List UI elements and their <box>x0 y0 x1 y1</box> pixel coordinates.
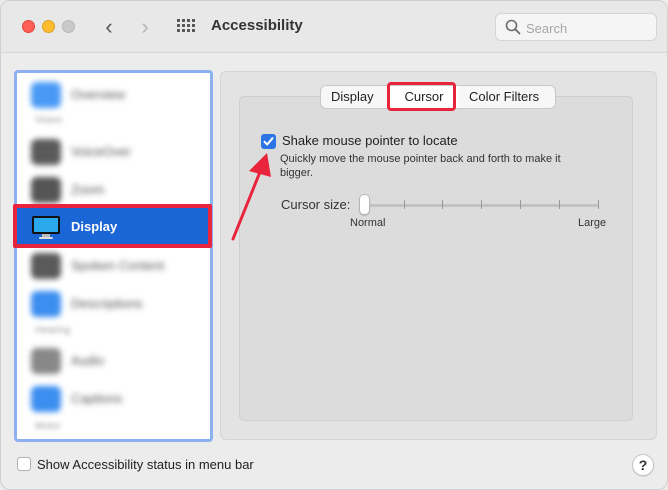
voiceover-icon <box>31 139 61 165</box>
title-bar: ‹ › Accessibility <box>1 1 667 53</box>
sidebar-item-label: Display <box>71 219 118 234</box>
speech-icon <box>31 253 61 279</box>
sidebar-section-motor: Motor <box>35 421 61 432</box>
sidebar-item-captions[interactable]: Captions <box>17 380 210 418</box>
audio-icon <box>31 348 61 374</box>
sidebar-section-hearing: Hearing <box>35 325 71 336</box>
status-menu-label[interactable]: Show Accessibility status in menu bar <box>37 457 254 472</box>
sidebar-item-overview[interactable]: Overview <box>17 76 210 114</box>
sidebar-item-label: Descriptions <box>71 296 143 311</box>
shake-pointer-description: Quickly move the mouse pointer back and … <box>280 153 561 179</box>
close-window-button[interactable] <box>22 20 35 33</box>
tab-bar: Display Cursor Color Filters <box>320 85 556 109</box>
preferences-window: ‹ › Accessibility Overview Vision VoiceO… <box>0 0 668 490</box>
help-button[interactable]: ? <box>632 454 654 476</box>
display-icon <box>31 214 61 240</box>
slider-tick <box>481 200 482 209</box>
shake-pointer-label[interactable]: Shake mouse pointer to locate <box>282 133 458 148</box>
info-icon <box>31 82 61 108</box>
search-input[interactable] <box>526 18 650 38</box>
zoom-window-button[interactable] <box>62 20 75 33</box>
cursor-size-slider-knob[interactable] <box>359 194 370 215</box>
sidebar-list[interactable]: Overview Vision VoiceOver Zoom Display S… <box>14 70 213 442</box>
slider-tick <box>559 200 560 209</box>
sidebar-item-voiceover[interactable]: VoiceOver <box>17 133 210 171</box>
search-icon <box>505 19 521 35</box>
checkmark-icon <box>263 137 274 146</box>
cursor-size-label: Cursor size: <box>281 197 351 212</box>
descriptions-icon <box>31 291 61 317</box>
zoom-icon <box>31 177 61 203</box>
sidebar-item-display[interactable]: Display <box>17 207 210 247</box>
tab-color-filters[interactable]: Color Filters <box>459 86 555 108</box>
back-button[interactable]: ‹ <box>98 14 120 40</box>
sidebar-item-label: Audio <box>71 353 105 368</box>
search-field[interactable] <box>495 13 657 41</box>
sidebar-item-label: Spoken Content <box>71 258 165 273</box>
slider-tick <box>520 200 521 209</box>
sidebar-item-label: VoiceOver <box>71 144 131 159</box>
forward-button[interactable]: › <box>134 14 156 40</box>
tab-cursor[interactable]: Cursor <box>389 86 459 108</box>
sidebar-item-label: Overview <box>71 87 126 102</box>
slider-tick <box>442 200 443 209</box>
window-title: Accessibility <box>211 17 303 34</box>
captions-icon <box>31 386 61 412</box>
status-menu-checkbox[interactable] <box>17 457 31 471</box>
shake-pointer-checkbox[interactable] <box>261 134 276 149</box>
sidebar-item-zoom[interactable]: Zoom <box>17 171 210 209</box>
sidebar-item-spoken-content[interactable]: Spoken Content <box>17 247 210 285</box>
show-all-grid-icon[interactable] <box>177 19 195 35</box>
minimize-window-button[interactable] <box>42 20 55 33</box>
sidebar-item-descriptions[interactable]: Descriptions <box>17 285 210 323</box>
sidebar-item-audio[interactable]: Audio <box>17 342 210 380</box>
slider-tick <box>404 200 405 209</box>
sidebar-item-label: Captions <box>71 391 123 406</box>
sidebar-section-vision: Vision <box>35 115 63 126</box>
slider-tick <box>598 200 599 209</box>
slider-max-label: Large <box>578 217 607 229</box>
cursor-size-slider-track[interactable] <box>365 204 599 207</box>
slider-min-label: Normal <box>350 217 386 229</box>
tab-display[interactable]: Display <box>321 86 389 108</box>
sidebar-item-label: Zoom <box>71 182 105 197</box>
